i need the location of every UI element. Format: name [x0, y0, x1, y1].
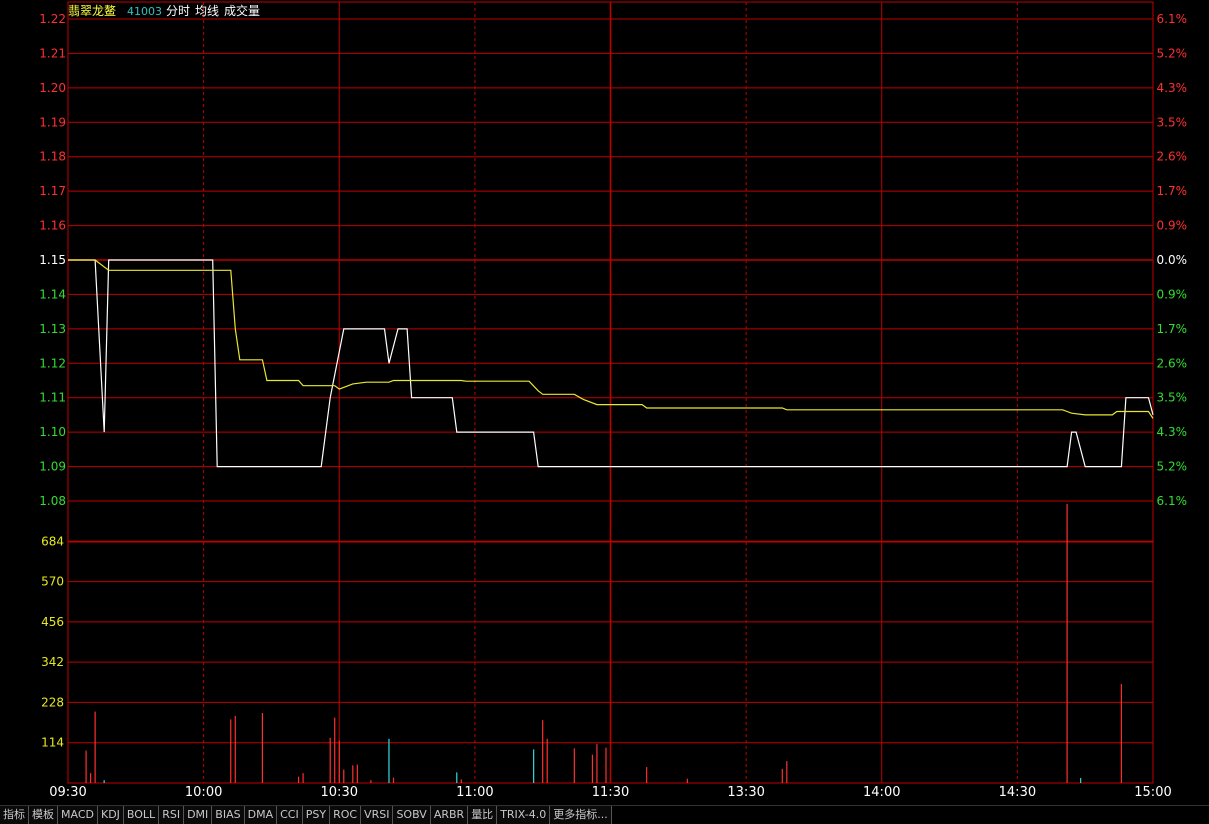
volume-tick-label: 684: [41, 534, 64, 548]
time-tick-label: 11:30: [592, 785, 629, 800]
time-tick-label: 09:30: [49, 785, 86, 800]
toolbar-tab[interactable]: SOBV: [393, 806, 431, 824]
pct-tick-label: 5.2%: [1157, 46, 1188, 60]
toolbar-tab[interactable]: TRIX-4.0: [497, 806, 551, 824]
time-tick-label: 11:00: [456, 785, 493, 800]
stock-code: 41003: [127, 5, 162, 18]
time-tick-label: 10:00: [185, 785, 222, 800]
stock-name: 翡翠龙鳌: [68, 3, 116, 18]
volume-tick-label: 570: [41, 575, 64, 589]
toolbar-tab[interactable]: VRSI: [361, 806, 394, 824]
toolbar-tab[interactable]: KDJ: [97, 806, 124, 824]
pct-tick-label: 1.7%: [1157, 184, 1188, 198]
toolbar-tab[interactable]: RSI: [159, 806, 185, 824]
toolbar-tab[interactable]: DMI: [184, 806, 213, 824]
intraday-chart[interactable]: 1.22 6.1% 1.21 5.2% 1.20 4.3% 1.19 3.5% 1.18 2.6%…: [0, 0, 1209, 805]
pct-tick-label: 3.5%: [1157, 115, 1188, 129]
price-tick-label: 1.14: [39, 287, 66, 301]
toolbar-tab[interactable]: ARBR: [430, 806, 469, 824]
legend-label: 均线: [195, 4, 219, 18]
price-tick-label: 1.17: [39, 184, 66, 198]
toolbar-tab[interactable]: 量比: [468, 806, 498, 824]
toolbar-tab[interactable]: 指标: [0, 806, 29, 824]
pct-tick-label: 4.3%: [1157, 425, 1188, 439]
toolbar-tab[interactable]: DMA: [244, 806, 278, 824]
pct-tick-label: 3.5%: [1157, 391, 1188, 405]
price-tick-label: 1.08: [39, 494, 66, 508]
volume-tick-label: 342: [41, 655, 64, 669]
time-tick-label: 14:30: [999, 785, 1036, 800]
pct-tick-label: 0.0%: [1157, 253, 1188, 267]
price-tick-label: 1.21: [39, 46, 66, 60]
price-tick-label: 1.09: [39, 460, 66, 474]
toolbar-tab[interactable]: 更多指标...: [550, 806, 612, 824]
pct-tick-label: 4.3%: [1157, 81, 1188, 95]
volume-tick-label: 456: [41, 615, 64, 629]
toolbar-tab[interactable]: BOLL: [123, 806, 160, 824]
price-tick-label: 1.11: [39, 391, 66, 405]
pct-tick-label: 1.7%: [1157, 322, 1188, 336]
time-tick-label: 10:30: [321, 785, 358, 800]
legend-label: 分时: [166, 4, 190, 18]
price-tick-label: 1.18: [39, 150, 66, 164]
time-tick-label: 13:30: [727, 785, 764, 800]
volume-tick-label: 114: [41, 736, 64, 750]
pct-tick-label: 0.9%: [1157, 287, 1188, 301]
price-tick-label: 1.12: [39, 356, 66, 370]
price-tick-label: 1.20: [39, 81, 66, 95]
price-tick-label: 1.16: [39, 219, 66, 233]
pct-tick-label: 5.2%: [1157, 460, 1188, 474]
time-tick-label: 15:00: [1134, 785, 1171, 800]
price-tick-label: 1.10: [39, 425, 66, 439]
toolbar-tab[interactable]: 模板: [29, 806, 58, 824]
volume-tick-label: 228: [41, 695, 64, 709]
pct-tick-label: 6.1%: [1157, 12, 1188, 26]
pct-tick-label: 2.6%: [1157, 356, 1188, 370]
price-tick-label: 1.19: [39, 115, 66, 129]
price-tick-label: 1.13: [39, 322, 66, 336]
pct-tick-label: 0.9%: [1157, 219, 1188, 233]
toolbar-tab[interactable]: BIAS: [212, 806, 245, 824]
toolbar-tab[interactable]: CCI: [277, 806, 303, 824]
price-tick-label: 1.15: [39, 253, 66, 267]
toolbar-tab[interactable]: ROC: [330, 806, 362, 824]
pct-tick-label: 6.1%: [1157, 494, 1188, 508]
legend-label: 成交量: [224, 3, 260, 18]
indicator-toolbar: 指标 模板 MACD KDJ BOLL RSI DMI BIAS DMA CCI PSY ROC VRS…: [0, 805, 1209, 824]
toolbar-tab[interactable]: PSY: [302, 806, 331, 824]
price-tick-label: 1.22: [39, 12, 66, 26]
toolbar-tab[interactable]: MACD: [58, 806, 98, 824]
time-tick-label: 14:00: [863, 785, 900, 800]
pct-tick-label: 2.6%: [1157, 150, 1188, 164]
